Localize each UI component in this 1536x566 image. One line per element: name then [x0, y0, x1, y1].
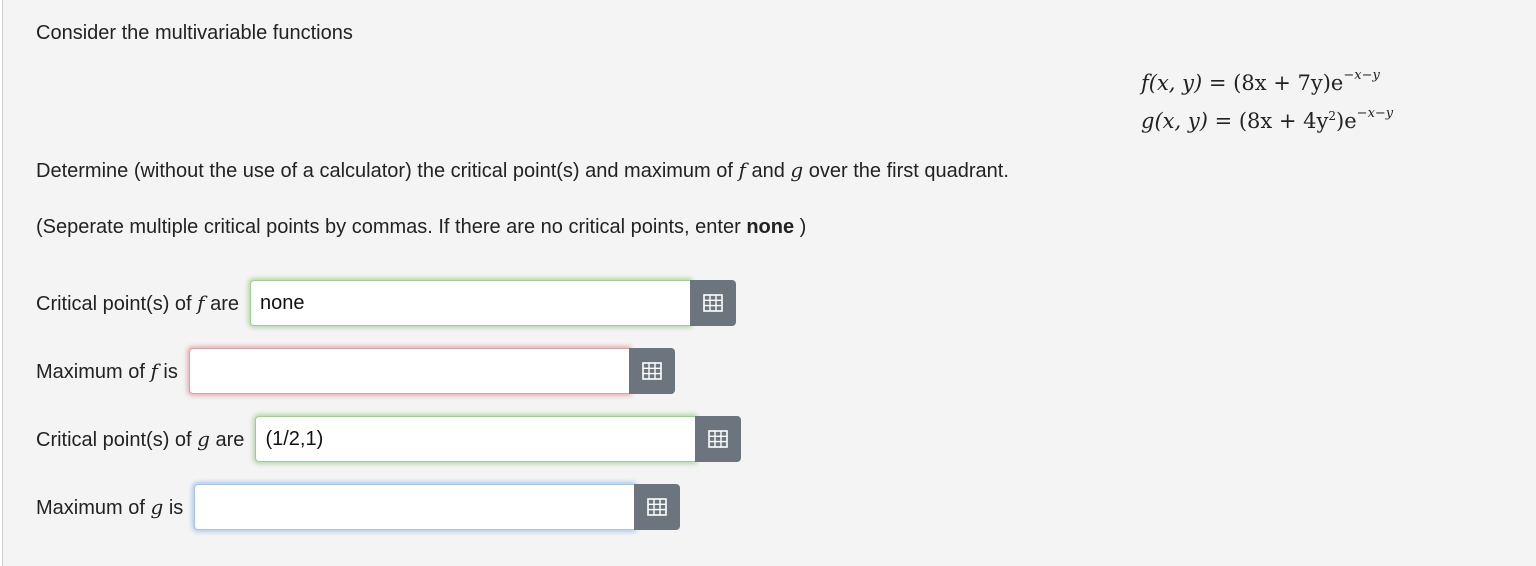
instructions-f-symbol: f	[738, 158, 746, 182]
label-symbol: g	[150, 494, 164, 519]
label-symbol: g	[197, 426, 210, 451]
matrix-grid-icon	[642, 362, 662, 380]
label-text-post: is	[157, 360, 178, 383]
input-group-critical-g	[255, 416, 742, 462]
matrix-button-max-g[interactable]	[634, 484, 681, 530]
instructions-text: Determine (without the use of a calculat…	[36, 158, 1009, 183]
problem-panel: Consider the multivariable functions f(x…	[2, 0, 1536, 566]
input-group-max-g	[194, 484, 681, 530]
equation-g-exponent: −x−y	[1356, 106, 1394, 121]
maximum-f-input[interactable]	[188, 348, 629, 394]
instructions-g-symbol: g	[790, 158, 804, 182]
label-text: Critical point(s) of	[36, 428, 198, 451]
answer-label-max-f: Maximum of f is	[36, 359, 178, 384]
answer-label-critical-g: Critical point(s) of g are	[36, 427, 244, 452]
instructions-part2: over the first quadrant.	[803, 160, 1009, 182]
label-text-post: are	[209, 428, 245, 451]
equation-g-rhs-b: )e	[1336, 109, 1357, 133]
matrix-grid-icon	[703, 294, 723, 312]
equation-g-square: 2	[1328, 109, 1337, 123]
instructions-and: and	[745, 160, 791, 182]
equation-g: g(x, y) = (8x + 4y2)e−x−y	[1141, 100, 1393, 138]
critical-points-g-input[interactable]	[255, 416, 696, 462]
label-text-post: is	[163, 496, 184, 519]
matrix-button-max-f[interactable]	[628, 348, 675, 394]
matrix-grid-icon	[647, 498, 668, 516]
equations-block: f(x, y) = (8x + 7y)e−x−y g(x, y) = (8x +…	[1141, 62, 1393, 138]
label-text: Critical point(s) of	[36, 292, 198, 315]
answer-row-critical-g: Critical point(s) of g are	[36, 415, 742, 463]
matrix-button-critical-f[interactable]	[690, 280, 737, 326]
note-text: (Seperate multiple critical points by co…	[36, 215, 806, 239]
label-symbol: f	[150, 358, 158, 383]
equation-f-exponent: −x−y	[1343, 68, 1380, 83]
label-symbol: f	[197, 290, 205, 315]
equation-g-rhs-a: = (8x + 4y	[1207, 109, 1329, 133]
input-group-critical-f	[250, 280, 737, 326]
input-group-max-f	[188, 348, 675, 394]
equation-f-lhs: f(x, y)	[1141, 71, 1203, 95]
answer-row-max-f: Maximum of f is	[36, 347, 675, 395]
intro-label: Consider the multivariable functions	[36, 22, 353, 44]
instructions-part1: Determine (without the use of a calculat…	[36, 160, 739, 182]
equation-f: f(x, y) = (8x + 7y)e−x−y	[1141, 62, 1393, 100]
intro-text: Consider the multivariable functions	[36, 21, 353, 45]
note-suffix: )	[794, 216, 807, 238]
label-text: Maximum of	[36, 496, 151, 519]
equation-f-rhs: = (8x + 7y)e	[1202, 71, 1344, 95]
label-text: Maximum of	[36, 360, 151, 383]
answer-label-max-g: Maximum of g is	[36, 495, 183, 520]
matrix-button-critical-g[interactable]	[695, 416, 742, 462]
critical-points-f-input[interactable]	[250, 280, 691, 326]
matrix-grid-icon	[708, 430, 729, 448]
equation-g-lhs: g(x, y)	[1141, 109, 1208, 133]
note-keyword: none	[746, 216, 795, 238]
answer-row-critical-f: Critical point(s) of f are	[36, 279, 737, 327]
label-text-post: are	[204, 292, 240, 315]
note-prefix: (Seperate multiple critical points by co…	[36, 216, 747, 238]
answer-label-critical-f: Critical point(s) of f are	[36, 291, 239, 316]
answer-row-max-g: Maximum of g is	[36, 483, 681, 531]
maximum-g-input[interactable]	[194, 484, 635, 530]
